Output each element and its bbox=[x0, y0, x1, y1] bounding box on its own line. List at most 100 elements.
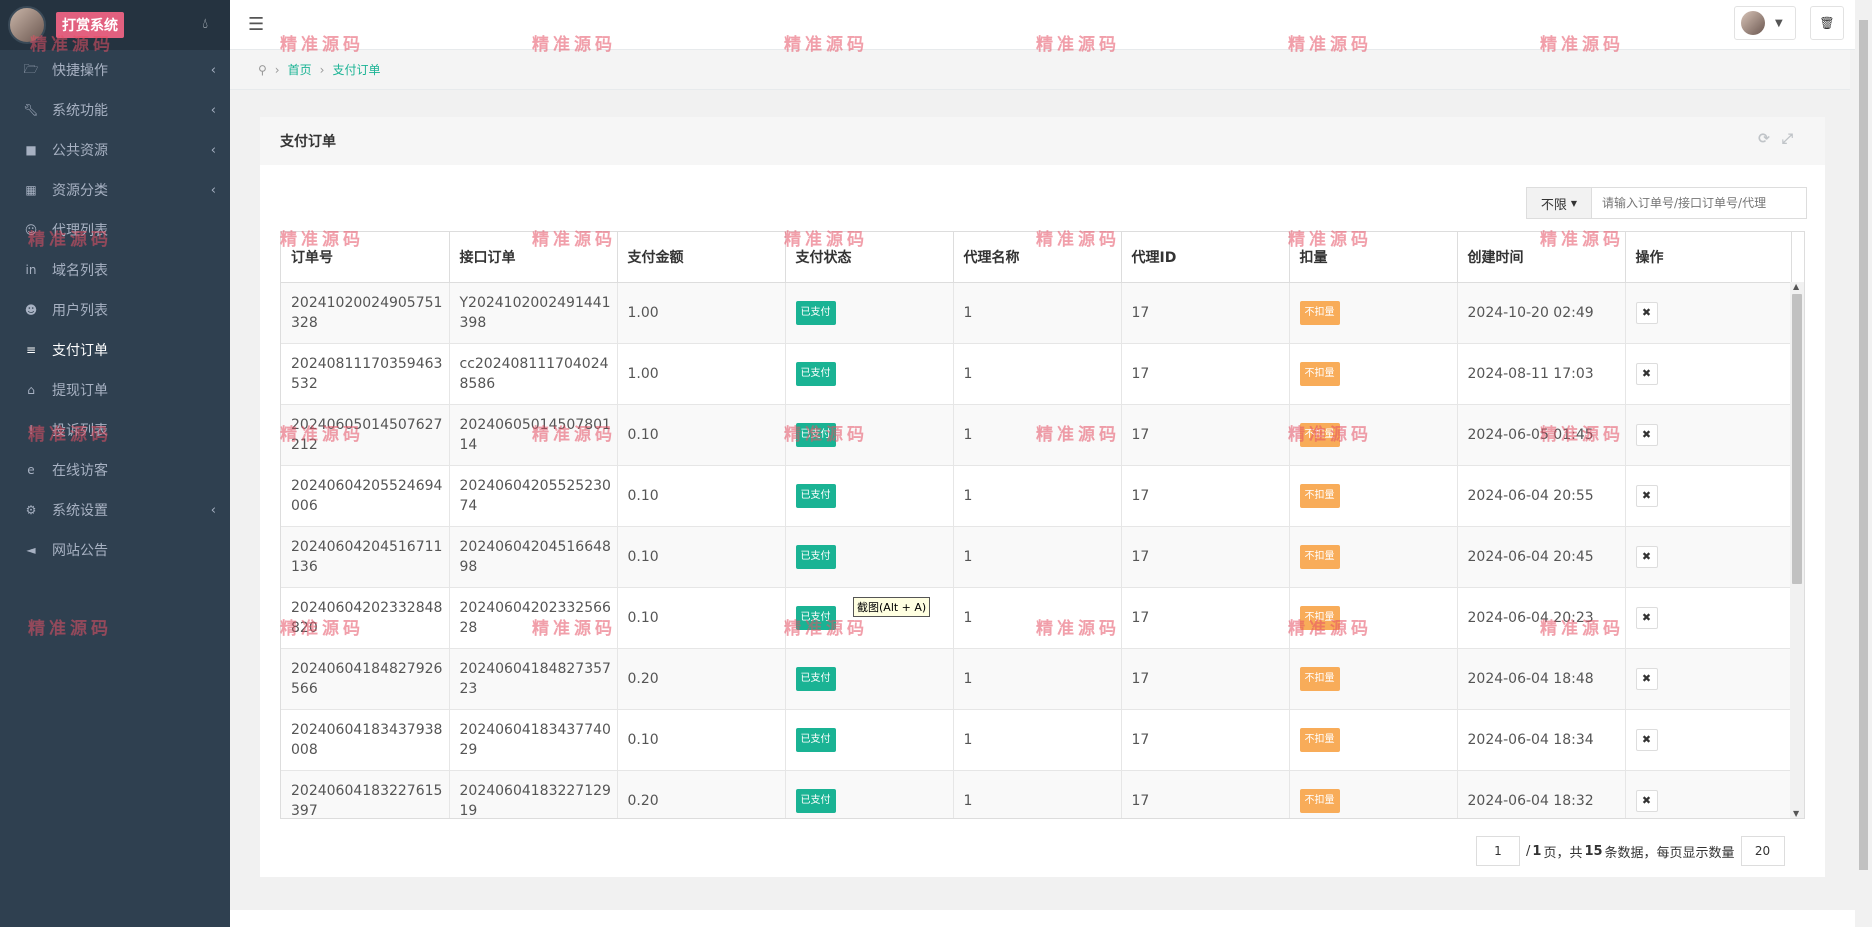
delete-button[interactable]: ✖ bbox=[1635, 667, 1658, 690]
chevron-left-icon: ‹ bbox=[210, 62, 216, 78]
sidebar-item[interactable]: ≡ 支付订单 bbox=[0, 330, 230, 370]
map-marker-icon: ⚲ bbox=[258, 62, 267, 77]
droplet-icon[interactable]: 💧︎ bbox=[202, 16, 208, 32]
sidebar-item-label: 资源分类 bbox=[52, 183, 108, 199]
refresh-icon[interactable]: ⟳ bbox=[1758, 131, 1782, 147]
hamburger-menu-icon[interactable]: ☰ bbox=[248, 14, 264, 35]
page-size-input[interactable]: 20 bbox=[1740, 836, 1785, 866]
sidebar-item[interactable]: 🔧︎ 系统功能 ‹ bbox=[0, 90, 230, 130]
cell-api-order: 2024060501450780114 bbox=[449, 404, 618, 466]
cell-text: 1 bbox=[963, 426, 973, 443]
cell-text: 1.00 bbox=[627, 365, 659, 382]
page-scrollbar-thumb[interactable] bbox=[1859, 20, 1868, 870]
cell-agent-id: 17 bbox=[1121, 465, 1290, 527]
chevron-left-icon: ‹ bbox=[210, 102, 216, 118]
delete-button[interactable]: ✖ bbox=[1635, 545, 1658, 568]
cell-amount: 0.10 bbox=[617, 709, 786, 771]
scroll-up-icon[interactable]: ▲ bbox=[1793, 282, 1799, 291]
delete-button[interactable]: ✖ bbox=[1635, 789, 1658, 812]
filter-dropdown-button[interactable]: 不限 ▼ bbox=[1527, 188, 1592, 218]
cell-text: 1 bbox=[963, 609, 973, 626]
column-header[interactable]: 扣量 bbox=[1289, 232, 1458, 283]
cell-created: 2024-06-04 20:23 bbox=[1457, 587, 1626, 649]
delete-button[interactable]: ✖ bbox=[1635, 606, 1658, 629]
delete-button[interactable]: ✖ bbox=[1635, 484, 1658, 507]
trash-icon: 🗑︎ bbox=[1819, 16, 1835, 30]
cell-agent-id: 17 bbox=[1121, 709, 1290, 771]
cell-text: 1 bbox=[963, 792, 973, 809]
sidebar-item[interactable]: ☻ 用户列表 bbox=[0, 290, 230, 330]
avatar[interactable] bbox=[8, 6, 46, 44]
delete-button[interactable]: ✖ bbox=[1635, 301, 1658, 324]
cell-text: 2024060418322712919 bbox=[459, 782, 611, 819]
cell-text: 20240604204516711136 bbox=[291, 538, 443, 575]
cell-text: 0.20 bbox=[627, 670, 659, 687]
cell-text: 2024-06-04 18:32 bbox=[1467, 792, 1594, 809]
sidebar-item[interactable]: ◄ 网站公告 bbox=[0, 530, 230, 570]
filter-dropdown-label: 不限 bbox=[1540, 197, 1567, 213]
cell-actions: ✖ bbox=[1625, 282, 1792, 344]
page-scrollbar[interactable] bbox=[1855, 0, 1872, 927]
cell-text: 17 bbox=[1131, 548, 1150, 565]
cell-text: 20240605014507627212 bbox=[291, 416, 443, 453]
cell-text: 17 bbox=[1131, 731, 1150, 748]
clear-cache-button[interactable]: 🗑︎ bbox=[1810, 6, 1844, 40]
column-header[interactable]: 创建时间 bbox=[1457, 232, 1626, 283]
cell-actions: ✖ bbox=[1625, 465, 1792, 527]
delete-button[interactable]: ✖ bbox=[1635, 728, 1658, 751]
sidebar-item[interactable]: ⌂ 提现订单 bbox=[0, 370, 230, 410]
column-header[interactable]: 接口订单 bbox=[449, 232, 618, 283]
sidebar-item[interactable]: ▦ 资源分类 ‹ bbox=[0, 170, 230, 210]
cell-text: 20240604205524694006 bbox=[291, 477, 443, 514]
sidebar-item[interactable]: in 域名列表 bbox=[0, 250, 230, 290]
sidebar-item[interactable]: ☺ 代理列表 bbox=[0, 210, 230, 250]
deduct-badge: 不扣量 bbox=[1299, 605, 1340, 630]
close-icon: ✖ bbox=[1641, 793, 1652, 807]
delete-button[interactable]: ✖ bbox=[1635, 423, 1658, 446]
breadcrumb-current-link[interactable]: 支付订单 bbox=[332, 61, 380, 78]
cell-text: 2024-06-04 20:45 bbox=[1467, 548, 1594, 565]
cell-agent-id: 17 bbox=[1121, 526, 1290, 588]
cell-api-order: 2024060418482735723 bbox=[449, 648, 618, 710]
page-number-input[interactable]: 1 bbox=[1476, 836, 1520, 866]
delete-button[interactable]: ✖ bbox=[1635, 362, 1658, 385]
column-header[interactable]: 代理ID bbox=[1121, 232, 1290, 283]
cell-deduct: 不扣量 bbox=[1289, 709, 1458, 771]
status-badge: 已支付 bbox=[795, 422, 836, 447]
cell-text: 1 bbox=[963, 304, 973, 321]
column-header[interactable]: 支付金额 bbox=[617, 232, 786, 283]
breadcrumb-home-link[interactable]: 首页 bbox=[288, 61, 312, 78]
sidebar-item[interactable]: ⚙ 系统设置 ‹ bbox=[0, 490, 230, 530]
cell-actions: ✖ bbox=[1625, 404, 1792, 466]
table-row: 20240811170359463532 cc202408111704024858… bbox=[281, 343, 1792, 405]
sidebar-item[interactable]: 🗁︎ 快捷操作 ‹ bbox=[0, 50, 230, 90]
fullscreen-icon[interactable]: ⤢ bbox=[1782, 131, 1805, 147]
column-header[interactable]: 操作 bbox=[1625, 232, 1792, 283]
sidebar-item[interactable]: ! 投诉列表 bbox=[0, 410, 230, 450]
sidebar-item-label: 域名列表 bbox=[52, 263, 108, 279]
breadcrumb-separator: › bbox=[274, 62, 280, 77]
deduct-badge: 不扣量 bbox=[1299, 544, 1340, 569]
column-header[interactable]: 代理名称 bbox=[953, 232, 1122, 283]
table-scrollbar[interactable]: ▲ ▼ bbox=[1790, 282, 1804, 818]
caret-down-icon: ▼ bbox=[1775, 17, 1783, 29]
column-header[interactable]: 订单号 bbox=[281, 232, 450, 283]
sidebar-item[interactable]: ■ 公共资源 ‹ bbox=[0, 130, 230, 170]
cell-agent-name: 1 bbox=[953, 465, 1122, 527]
status-badge: 已支付 bbox=[795, 727, 836, 752]
search-filter: 不限 ▼ bbox=[1526, 187, 1807, 219]
cell-created: 2024-06-04 18:48 bbox=[1457, 648, 1626, 710]
search-input[interactable] bbox=[1592, 188, 1806, 218]
breadcrumb-separator: › bbox=[319, 62, 325, 77]
cell-agent-id: 17 bbox=[1121, 648, 1290, 710]
column-header[interactable]: 支付状态 bbox=[785, 232, 954, 283]
cell-deduct: 不扣量 bbox=[1289, 587, 1458, 649]
cell-text: 2024060418343774029 bbox=[459, 721, 611, 758]
panel-tools: ⟳⤢ bbox=[1758, 131, 1805, 147]
cell-text: 20240811170359463532 bbox=[291, 355, 443, 392]
user-dropdown-button[interactable]: ▼ bbox=[1734, 6, 1796, 40]
cell-actions: ✖ bbox=[1625, 343, 1792, 405]
sidebar-item[interactable]: e 在线访客 bbox=[0, 450, 230, 490]
scroll-down-icon[interactable]: ▼ bbox=[1793, 809, 1799, 818]
scrollbar-thumb[interactable] bbox=[1792, 294, 1802, 584]
